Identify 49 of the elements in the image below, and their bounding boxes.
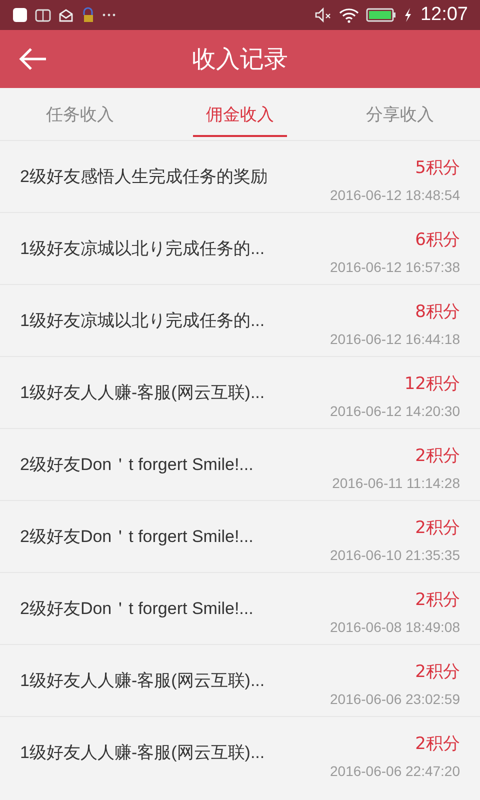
income-record[interactable]: 2级好友Don＇t forgert Smile!... 2积分 2016-06-10 21:35:35 xyxy=(0,500,480,572)
charging-icon xyxy=(403,7,414,23)
record-points: 2积分 xyxy=(415,445,460,467)
record-time: 2016-06-11 11:14:28 xyxy=(332,475,460,491)
income-record[interactable]: 1级好友人人赚-客服(网云互联)... 2积分 2016-06-06 23:02:59 xyxy=(0,644,480,716)
record-description: 1级好友人人赚-客服(网云互联)... xyxy=(20,670,265,692)
income-record[interactable]: 1级好友人人赚-客服(网云互联)... 12积分 2016-06-12 14:20:30 xyxy=(0,356,480,428)
record-description: 1级好友人人赚-客服(网云互联)... xyxy=(20,382,265,404)
record-time: 2016-06-10 21:35:35 xyxy=(330,547,460,563)
wifi-icon xyxy=(339,7,360,23)
record-time: 2016-06-12 18:48:54 xyxy=(330,187,460,203)
record-time: 2016-06-12 16:57:38 xyxy=(330,259,460,275)
record-points: 2积分 xyxy=(415,589,460,611)
back-arrow-icon xyxy=(18,47,48,71)
battery-icon xyxy=(366,8,396,22)
more-icon xyxy=(102,12,116,18)
page-title: 收入记录 xyxy=(192,44,288,75)
record-points: 5积分 xyxy=(415,157,460,179)
income-record[interactable]: 1级好友人人赚-客服(网云互联)... 2积分 2016-06-06 22:47:20 xyxy=(0,716,480,788)
mail-icon xyxy=(58,8,74,22)
income-record[interactable]: 1级好友凉城以北り完成任务的... 6积分 2016-06-12 16:57:38 xyxy=(0,212,480,284)
mute-icon xyxy=(314,7,332,23)
record-points: 8积分 xyxy=(415,301,460,323)
record-description: 2级好友Don＇t forgert Smile!... xyxy=(20,598,254,620)
record-points: 2积分 xyxy=(415,661,460,683)
record-time: 2016-06-06 22:47:20 xyxy=(330,763,460,779)
record-description: 2级好友Don＇t forgert Smile!... xyxy=(20,526,254,548)
record-time: 2016-06-08 18:49:08 xyxy=(330,619,460,635)
record-points: 2积分 xyxy=(415,517,460,539)
income-record[interactable]: 2级好友Don＇t forgert Smile!... 2积分 2016-06-11 11:14:28 xyxy=(0,428,480,500)
lock-icon xyxy=(81,7,95,23)
record-time: 2016-06-06 23:02:59 xyxy=(330,691,460,707)
record-description: 1级好友凉城以北り完成任务的... xyxy=(20,238,265,260)
notification-icon xyxy=(12,7,28,23)
record-time: 2016-06-12 16:44:18 xyxy=(330,331,460,347)
record-description: 1级好友人人赚-客服(网云互联)... xyxy=(20,742,265,764)
income-record[interactable]: 2级好友感悟人生完成任务的奖励 5积分 2016-06-12 18:48:54 xyxy=(0,140,480,212)
record-points: 2积分 xyxy=(415,733,460,755)
record-time: 2016-06-12 14:20:30 xyxy=(330,403,460,419)
record-description: 2级好友感悟人生完成任务的奖励 xyxy=(20,166,268,188)
record-points: 6积分 xyxy=(415,229,460,251)
record-description: 1级好友凉城以北り完成任务的... xyxy=(20,310,265,332)
app-icon xyxy=(35,8,51,22)
record-points: 12积分 xyxy=(404,373,460,395)
status-time: 12:07 xyxy=(420,4,468,26)
tab[interactable]: 佣金收入 xyxy=(160,88,320,140)
income-record[interactable]: 1级好友凉城以北り完成任务的... 8积分 2016-06-12 16:44:18 xyxy=(0,284,480,356)
record-description: 2级好友Don＇t forgert Smile!... xyxy=(20,454,254,476)
income-record[interactable]: 2级好友Don＇t forgert Smile!... 2积分 2016-06-08 18:49:08 xyxy=(0,572,480,644)
